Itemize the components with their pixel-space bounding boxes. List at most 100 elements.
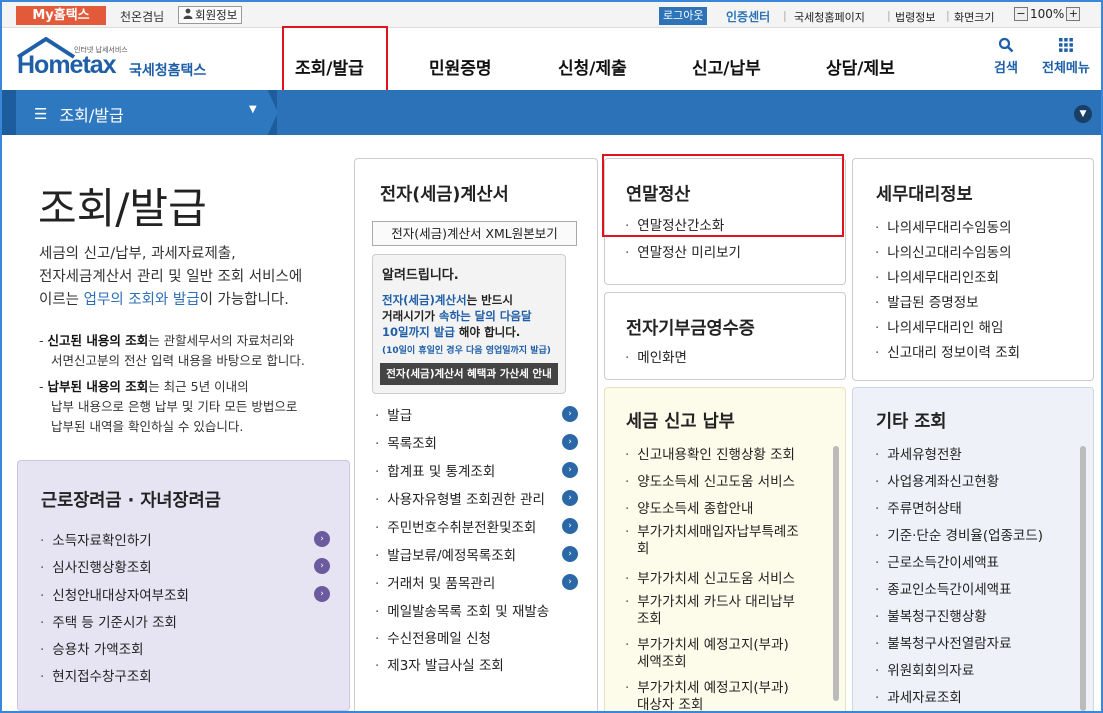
etax-item-rrn-conversion[interactable]: 주민번호수취분전환및조회 bbox=[375, 516, 536, 536]
agent-item-dismiss[interactable]: 나의세무대리인 해임 bbox=[875, 316, 1003, 336]
benefit-penalty-button[interactable]: 전자(세금)계산서 혜택과 가산세 안내 bbox=[380, 363, 558, 385]
arrow-right-icon[interactable]: › bbox=[314, 558, 330, 574]
nav-apply-submit[interactable]: 신청/제출 bbox=[558, 54, 627, 79]
note-line: 납부 내용으로 은행 납부 및 기타 모든 방법으로 bbox=[51, 399, 298, 414]
work-item-car-value[interactable]: 승용차 가액조회 bbox=[40, 638, 143, 658]
etax-item-user-permission[interactable]: 사용자유형별 조회권한 관리 bbox=[375, 488, 553, 508]
all-menu-button[interactable]: 전체메뉴 bbox=[1042, 37, 1090, 76]
nav-consult-report[interactable]: 상담/제보 bbox=[826, 54, 895, 79]
work-incentive-title: 근로장려금 · 자녀장려금 bbox=[41, 491, 221, 511]
etax-item-mail-resend[interactable]: 메일발송목록 조회 및 재발송 bbox=[375, 600, 549, 620]
other-inquiry-title: 기타 조회 bbox=[876, 412, 947, 432]
etax-item-pending-list[interactable]: 발급보류/예정목록조회 bbox=[375, 544, 516, 564]
notice-panel: 알려드립니다. 전자(세금)계산서는 반드시 거래시기가 속하는 달의 다음달 … bbox=[372, 254, 566, 394]
arrow-right-icon[interactable]: › bbox=[562, 574, 578, 590]
browser-frame: My홈택스 천온겸님 회원정보 로그아웃 인증센터 | 국세청홈페이지 | 법령… bbox=[0, 0, 1103, 713]
tax-item-confirm-status[interactable]: 신고내용확인 진행상황 조회 bbox=[625, 443, 795, 463]
screen-size-label: 화면크기 bbox=[954, 11, 995, 24]
zoom-out-button[interactable]: − bbox=[1014, 7, 1028, 21]
etax-item-third-party[interactable]: 제3자 발급사실 조회 bbox=[375, 654, 504, 674]
arrow-right-icon[interactable]: › bbox=[562, 546, 578, 562]
law-info-link[interactable]: 법령정보 bbox=[895, 9, 935, 25]
zoom-level: 100% bbox=[1030, 7, 1065, 21]
zoom-in-button[interactable]: + bbox=[1066, 7, 1081, 21]
item-line: 회 bbox=[637, 541, 650, 557]
agent-item-history[interactable]: 신고대리 정보이력 조회 bbox=[875, 341, 1020, 361]
nts-homepage-link[interactable]: 국세청홈페이지 bbox=[794, 9, 865, 25]
agent-item-report-consent[interactable]: 나의신고대리수임동의 bbox=[875, 241, 1011, 261]
tax-item-vat-help[interactable]: 부가가치세 신고도움 서비스 bbox=[625, 567, 795, 587]
etax-item-summary-stats[interactable]: 합계표 및 통계조회 bbox=[375, 460, 495, 480]
dropdown-caret-icon[interactable]: ▼ bbox=[249, 104, 257, 115]
agent-item-tax-consent[interactable]: 나의세무대리수임동의 bbox=[875, 216, 1011, 236]
other-item-type-change[interactable]: 과세유형전환 bbox=[875, 443, 962, 463]
tax-item-vat-estimate-target[interactable]: 부가가치세 예정고지(부과)대상자 조회 bbox=[625, 680, 789, 711]
notice-line: 거래시기가 속하는 달의 다음달 bbox=[382, 308, 558, 324]
arrow-right-icon[interactable]: › bbox=[562, 518, 578, 534]
tax-item-vat-card-proxy[interactable]: 부가가치세 카드사 대리납부조회 bbox=[625, 594, 795, 628]
certificate-center-link[interactable]: 인증센터 bbox=[726, 8, 770, 25]
arrow-right-icon[interactable]: › bbox=[314, 586, 330, 602]
nav-report-pay[interactable]: 신고/납부 bbox=[692, 54, 761, 79]
other-item-committee-docs[interactable]: 위원회회의자료 bbox=[875, 659, 974, 679]
tax-item-vat-estimate[interactable]: 부가가치세 예정고지(부과)세액조회 bbox=[625, 637, 789, 671]
user-icon bbox=[183, 7, 193, 23]
notice-text: 속하는 달의 다음달 bbox=[438, 309, 532, 323]
work-item-target-check[interactable]: 신청안내대상자여부조회 bbox=[40, 584, 189, 604]
logout-button[interactable]: 로그아웃 bbox=[659, 7, 708, 25]
other-item-business-account[interactable]: 사업용계좌신고현황 bbox=[875, 470, 999, 490]
other-item-tax-data[interactable]: 과세자료조회 bbox=[875, 686, 962, 706]
other-item-religious-income-table[interactable]: 종교인소득간이세액표 bbox=[875, 578, 1011, 598]
etax-item-list[interactable]: 목록조회 bbox=[375, 432, 437, 452]
etax-item-receive-mail[interactable]: 수신전용메일 신청 bbox=[375, 627, 491, 647]
note-text: 는 관할세무서의 자료처리와 bbox=[148, 333, 295, 348]
nav-civil-certificate[interactable]: 민원증명 bbox=[429, 54, 492, 79]
hometax-logo[interactable]: 인터넷 납세서비스 Hometax 국세청홈택스 bbox=[16, 37, 226, 83]
scrollbar[interactable] bbox=[833, 446, 839, 701]
zoom-control: − 100% + bbox=[1014, 7, 1081, 21]
other-item-appeal-preview[interactable]: 불복청구사전열람자료 bbox=[875, 632, 1011, 652]
tax-item-transfer-help[interactable]: 양도소득세 신고도움 서비스 bbox=[625, 470, 795, 490]
xml-view-button[interactable]: 전자(세금)계산서 XML원본보기 bbox=[372, 221, 577, 246]
etax-item-partner-product[interactable]: 거래처 및 품목관리 bbox=[375, 572, 495, 592]
agent-item-agent-lookup[interactable]: 나의세무대리인조회 bbox=[875, 266, 999, 286]
arrow-right-icon[interactable]: › bbox=[562, 462, 578, 478]
notice-text: 거래시기가 bbox=[382, 309, 439, 323]
all-menu-label: 전체메뉴 bbox=[1042, 61, 1090, 76]
tax-agent-box: 세무대리정보 나의세무대리수임동의 나의신고대리수임동의 나의세무대리인조회 발… bbox=[852, 158, 1094, 381]
main-header: 인터넷 납세서비스 Hometax 국세청홈택스 조회/발급 민원증명 신청/제… bbox=[2, 26, 1101, 98]
logo-subtitle: 국세청홈택스 bbox=[129, 63, 207, 79]
notice-body: 전자(세금)계산서는 반드시 거래시기가 속하는 달의 다음달 10일까지 발급… bbox=[382, 292, 558, 340]
donation-item-main[interactable]: 메인화면 bbox=[625, 346, 687, 366]
work-item-house-price[interactable]: 주택 등 기준시가 조회 bbox=[40, 611, 177, 631]
other-item-expense-rate[interactable]: 기준·단순 경비율(업종코드) bbox=[875, 524, 1043, 544]
other-item-appeal-status[interactable]: 불복청구진행상황 bbox=[875, 605, 986, 625]
arrow-right-icon[interactable]: › bbox=[562, 490, 578, 506]
tax-report-pay-box: 세금 신고 납부 신고내용확인 진행상황 조회 양도소득세 신고도움 서비스 양… bbox=[604, 387, 846, 711]
work-item-local-window[interactable]: 현지접수창구조회 bbox=[40, 665, 151, 685]
other-item-liquor-license[interactable]: 주류면허상태 bbox=[875, 497, 962, 517]
my-hometax-button[interactable]: My홈택스 bbox=[16, 6, 106, 25]
tax-item-vat-buyer-special[interactable]: 부가가치세매입자납부특례조회 bbox=[625, 524, 799, 558]
user-name: 천온겸님 bbox=[120, 10, 165, 24]
page-title: 조회/발급 bbox=[38, 184, 207, 233]
tax-item-transfer-guide[interactable]: 양도소득세 종합안내 bbox=[625, 497, 753, 517]
expand-icon[interactable]: ▼ bbox=[1074, 105, 1092, 123]
arrow-right-icon[interactable]: › bbox=[562, 406, 578, 422]
arrow-right-icon[interactable]: › bbox=[314, 531, 330, 547]
member-info-button[interactable]: 회원정보 bbox=[178, 6, 243, 24]
scrollbar[interactable] bbox=[1080, 446, 1086, 711]
donation-title: 전자기부금영수증 bbox=[626, 319, 755, 339]
etax-item-issue[interactable]: 발급 bbox=[375, 404, 412, 424]
agent-item-issued-cert[interactable]: 발급된 증명정보 bbox=[875, 291, 978, 311]
notice-footnote: (10일이 휴일인 경우 다음 영업일까지 발급) bbox=[382, 346, 551, 356]
e-tax-invoice-title: 전자(세금)계산서 bbox=[380, 185, 509, 205]
work-item-review-status[interactable]: 심사진행상황조회 bbox=[40, 556, 151, 576]
divider: | bbox=[946, 9, 950, 22]
arrow-right-icon[interactable]: › bbox=[562, 434, 578, 450]
search-button[interactable]: 검색 bbox=[994, 37, 1018, 76]
work-item-income-check[interactable]: 소득자료확인하기 bbox=[40, 529, 151, 549]
other-item-earned-income-table[interactable]: 근로소득간이세액표 bbox=[875, 551, 999, 571]
nav-highlight-box bbox=[282, 26, 388, 98]
year-end-item-preview[interactable]: 연말정산 미리보기 bbox=[625, 241, 741, 261]
